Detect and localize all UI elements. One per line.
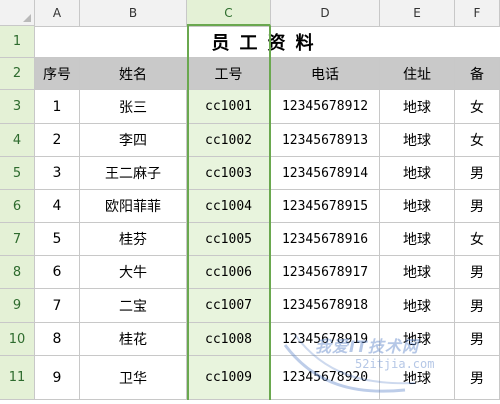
- table-cell[interactable]: cc1004: [187, 190, 271, 223]
- table-cell[interactable]: 12345678914: [271, 157, 380, 190]
- column-header-e[interactable]: E: [380, 0, 455, 26]
- table-cell[interactable]: 6: [35, 256, 80, 289]
- table-cell[interactable]: 12345678916: [271, 223, 380, 256]
- column-header-c[interactable]: C: [187, 0, 271, 26]
- table-cell[interactable]: 地球: [380, 157, 455, 190]
- table-cell[interactable]: 女: [455, 223, 500, 256]
- column-header-f[interactable]: F: [455, 0, 500, 26]
- table-cell[interactable]: cc1008: [187, 323, 271, 356]
- table-cell[interactable]: 欧阳菲菲: [80, 190, 187, 223]
- row-header-10[interactable]: 10: [0, 323, 35, 356]
- table-cell[interactable]: cc1002: [187, 124, 271, 157]
- table-cell[interactable]: 地球: [380, 289, 455, 323]
- corner-triangle-icon: [23, 14, 31, 22]
- header-cell[interactable]: 备: [455, 58, 500, 90]
- header-cell[interactable]: 住址: [380, 58, 455, 90]
- table-cell[interactable]: 8: [35, 323, 80, 356]
- sheet-title[interactable]: 员工资料: [35, 26, 500, 58]
- row-header-3[interactable]: 3: [0, 90, 35, 124]
- table-cell[interactable]: 男: [455, 256, 500, 289]
- table-cell[interactable]: 王二麻子: [80, 157, 187, 190]
- table-cell[interactable]: 男: [455, 157, 500, 190]
- row-header-9[interactable]: 9: [0, 289, 35, 323]
- header-cell[interactable]: 电话: [271, 58, 380, 90]
- table-cell[interactable]: 3: [35, 157, 80, 190]
- header-cell[interactable]: 工号: [187, 58, 271, 90]
- table-cell[interactable]: 大牛: [80, 256, 187, 289]
- table-cell[interactable]: 地球: [380, 356, 455, 400]
- table-cell[interactable]: 12345678917: [271, 256, 380, 289]
- row-header-2[interactable]: 2: [0, 58, 35, 90]
- table-cell[interactable]: 男: [455, 190, 500, 223]
- spreadsheet: A B C D E F 员工资料 1 2 3 4 5 6 7 8 9 10 11 序号 姓名 工号 电话住…: [0, 0, 500, 400]
- row-header-5[interactable]: 5: [0, 157, 35, 190]
- row-header-6[interactable]: 6: [0, 190, 35, 223]
- table-cell[interactable]: cc1001: [187, 90, 271, 124]
- table-cell[interactable]: 12345678918: [271, 289, 380, 323]
- table-cell[interactable]: cc1005: [187, 223, 271, 256]
- table-cell[interactable]: 1: [35, 90, 80, 124]
- row-header-1[interactable]: 1: [0, 26, 35, 58]
- table-cell[interactable]: 12345678912: [271, 90, 380, 124]
- row-header-7[interactable]: 7: [0, 223, 35, 256]
- table-cell[interactable]: 2: [35, 124, 80, 157]
- table-cell[interactable]: 女: [455, 90, 500, 124]
- table-cell[interactable]: 12345678913: [271, 124, 380, 157]
- column-header-a[interactable]: A: [35, 0, 80, 26]
- table-cell[interactable]: cc1003: [187, 157, 271, 190]
- column-header-b[interactable]: B: [80, 0, 187, 26]
- table-cell[interactable]: 12345678919: [271, 323, 380, 356]
- header-cell[interactable]: 序号: [35, 58, 80, 90]
- table-cell[interactable]: 地球: [380, 323, 455, 356]
- table-cell[interactable]: 卫华: [80, 356, 187, 400]
- select-all-corner[interactable]: [0, 0, 35, 26]
- table-cell[interactable]: 地球: [380, 90, 455, 124]
- table-cell[interactable]: 4: [35, 190, 80, 223]
- header-cell[interactable]: 姓名: [80, 58, 187, 90]
- table-cell[interactable]: 12345678920: [271, 356, 380, 400]
- table-cell[interactable]: cc1006: [187, 256, 271, 289]
- row-header-4[interactable]: 4: [0, 124, 35, 157]
- table-cell[interactable]: 男: [455, 289, 500, 323]
- table-cell[interactable]: 5: [35, 223, 80, 256]
- table-cell[interactable]: 桂花: [80, 323, 187, 356]
- table-cell[interactable]: 9: [35, 356, 80, 400]
- table-cell[interactable]: cc1007: [187, 289, 271, 323]
- table-cell[interactable]: 地球: [380, 256, 455, 289]
- row-header-8[interactable]: 8: [0, 256, 35, 289]
- table-cell[interactable]: cc1009: [187, 356, 271, 400]
- table-cell[interactable]: 7: [35, 289, 80, 323]
- table-cell[interactable]: 张三: [80, 90, 187, 124]
- table-cell[interactable]: 男: [455, 356, 500, 400]
- table-cell[interactable]: 二宝: [80, 289, 187, 323]
- table-cell[interactable]: 女: [455, 124, 500, 157]
- table-cell[interactable]: 地球: [380, 190, 455, 223]
- column-header-d[interactable]: D: [271, 0, 380, 26]
- table-cell[interactable]: 地球: [380, 223, 455, 256]
- table-cell[interactable]: 桂芬: [80, 223, 187, 256]
- table-cell[interactable]: 男: [455, 323, 500, 356]
- table-cell[interactable]: 地球: [380, 124, 455, 157]
- table-cell[interactable]: 李四: [80, 124, 187, 157]
- row-header-11[interactable]: 11: [0, 356, 35, 400]
- table-cell[interactable]: 12345678915: [271, 190, 380, 223]
